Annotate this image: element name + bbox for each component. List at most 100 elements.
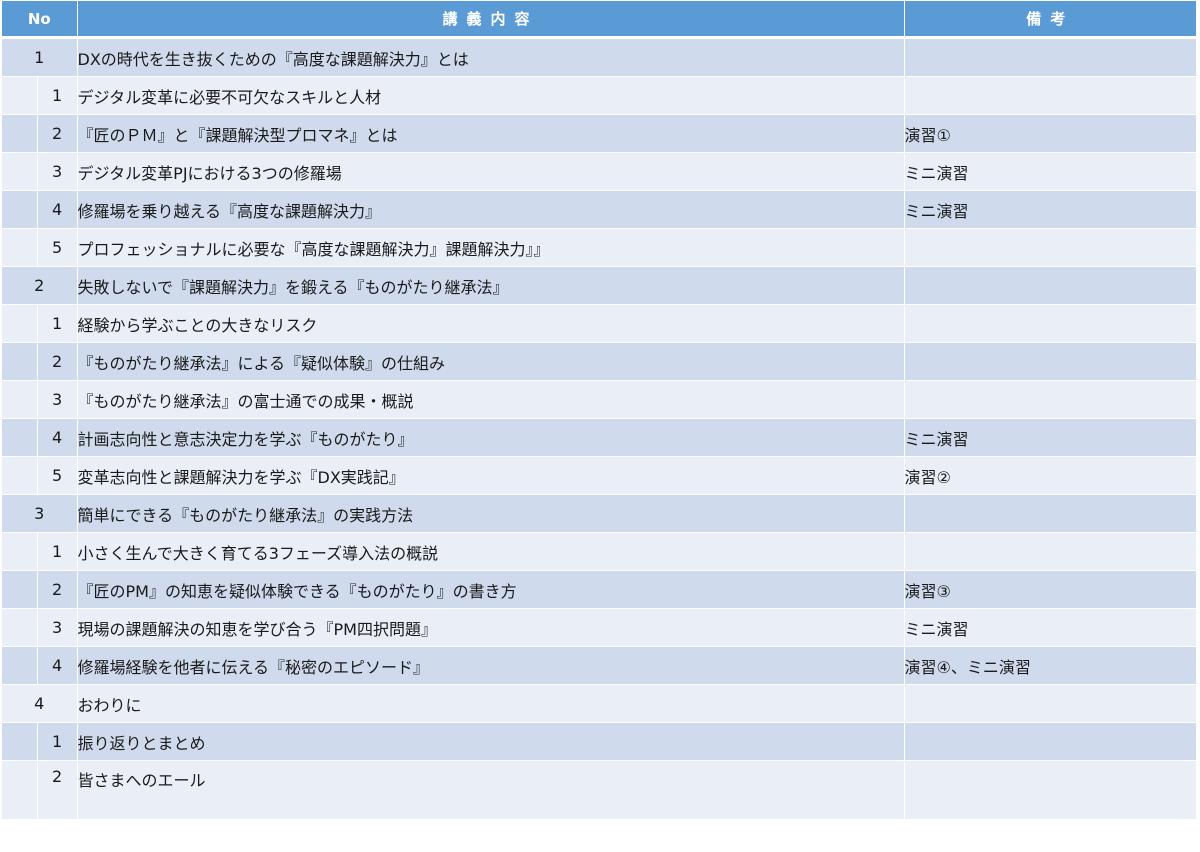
subsection-row: 1 デジタル変革に必要不可欠なスキルと人材 [2,76,1196,115]
subsection-row: 1 経験から学ぶことの大きなリスク [2,304,1196,343]
lecture-title: 簡単にできる『ものがたり継承法』の実践方法 [77,494,905,533]
remarks-cell: 演習④、ミニ演習 [904,646,1196,685]
lecture-title: 経験から学ぶことの大きなリスク [77,304,905,343]
indent-divider [2,457,38,494]
lecture-title: おわりに [77,684,905,723]
subsection-row: 3 現場の課題解決の知恵を学び合う『PM四択問題』 ミニ演習 [2,608,1196,647]
lecture-title: デジタル変革に必要不可欠なスキルと人材 [77,76,905,115]
remarks-cell [904,76,1196,115]
indent-divider [2,571,38,608]
lecture-title: 『匠のPM』の知恵を疑似体験できる『ものがたり』の書き方 [77,570,905,609]
row-number: 1 [34,48,45,67]
indent-divider [2,419,38,456]
lecture-title: 『匠のＰＭ』と『課題解決型プロマネ』とは [77,114,905,153]
row-number-cell: 1 [2,37,78,77]
row-number-cell: 1 [2,304,78,343]
indent-divider [2,609,38,646]
remarks-cell [904,342,1196,381]
remarks-cell: ミニ演習 [904,190,1196,229]
remarks-cell: ミニ演習 [904,418,1196,457]
indent-divider [2,153,38,190]
remarks-cell: ミニ演習 [904,152,1196,191]
subsection-row: 2 皆さまへのエール [2,760,1196,820]
remarks-cell: 演習③ [904,570,1196,609]
lecture-title: 修羅場経験を他者に伝える『秘密のエピソード』 [77,646,905,685]
indent-divider [2,381,38,418]
row-number-cell: 2 [2,570,78,609]
remarks-cell [904,37,1196,77]
remarks-cell [904,532,1196,571]
row-number-cell: 1 [2,76,78,115]
lecture-title: 『ものがたり継承法』の富士通での成果・概説 [77,380,905,419]
lecture-title: 皆さまへのエール [77,760,905,820]
lecture-title: 修羅場を乗り越える『高度な課題解決力』 [77,190,905,229]
remarks-cell [904,228,1196,267]
lecture-title: 失敗しないで『課題解決力』を鍛える『ものがたり継承法』 [77,266,905,305]
indent-divider [2,115,38,152]
row-number: 2 [34,276,45,295]
subsection-row: 2 『匠のＰＭ』と『課題解決型プロマネ』とは 演習① [2,114,1196,153]
subsection-row: 3 デジタル変革PJにおける3つの修羅場 ミニ演習 [2,152,1196,191]
section-row: 2 失敗しないで『課題解決力』を鍛える『ものがたり継承法』 [2,266,1196,305]
row-number-cell: 3 [2,494,78,533]
indent-divider [2,305,38,342]
subsection-row: 5 変革志向性と課題解決力を学ぶ『DX実践記』 演習② [2,456,1196,495]
subsection-row: 4 計画志向性と意志決定力を学ぶ『ものがたり』 ミニ演習 [2,418,1196,457]
row-number-cell: 5 [2,456,78,495]
subsection-row: 4 修羅場経験を他者に伝える『秘密のエピソード』 演習④、ミニ演習 [2,646,1196,685]
remarks-cell [904,494,1196,533]
row-number-cell: 4 [2,190,78,229]
lecture-title: デジタル変革PJにおける3つの修羅場 [77,152,905,191]
remarks-cell [904,684,1196,723]
row-number-cell: 2 [2,114,78,153]
remarks-cell [904,722,1196,761]
subsection-row: 1 振り返りとまとめ [2,722,1196,761]
indent-divider [2,229,38,266]
row-number-cell: 3 [2,380,78,419]
row-number-cell: 4 [2,418,78,457]
row-number-cell: 4 [2,684,78,723]
row-number-cell: 2 [2,266,78,305]
row-number-cell: 2 [2,342,78,381]
indent-divider [2,77,38,114]
lecture-title: 変革志向性と課題解決力を学ぶ『DX実践記』 [77,456,905,495]
row-number: 3 [34,504,45,523]
row-number-cell: 3 [2,152,78,191]
lecture-title: 小さく生んで大きく育てる3フェーズ導入法の概説 [77,532,905,571]
section-row: 1 DXの時代を生き抜くための『高度な課題解決力』とは [2,37,1196,77]
indent-divider [2,343,38,380]
remarks-cell: 演習① [904,114,1196,153]
syllabus-table: No 講義内容 備考 1 DXの時代を生き抜くための『高度な課題解決力』とは 1 デジ… [2,1,1196,820]
column-header-note: 備考 [904,1,1196,39]
row-number-cell: 3 [2,608,78,647]
lecture-title: 現場の課題解決の知恵を学び合う『PM四択問題』 [77,608,905,647]
row-number-cell: 5 [2,228,78,267]
lecture-title: 『ものがたり継承法』による『疑似体験』の仕組み [77,342,905,381]
row-number-cell: 4 [2,646,78,685]
subsection-row: 3 『ものがたり継承法』の富士通での成果・概説 [2,380,1196,419]
row-number: 4 [34,694,45,713]
lecture-title: 振り返りとまとめ [77,722,905,761]
row-number-cell: 2 [2,760,78,820]
section-row: 4 おわりに [2,684,1196,723]
row-number-cell: 1 [2,532,78,571]
subsection-row: 4 修羅場を乗り越える『高度な課題解決力』 ミニ演習 [2,190,1196,229]
remarks-cell [904,380,1196,419]
lecture-title: 計画志向性と意志決定力を学ぶ『ものがたり』 [77,418,905,457]
table-header-row: No 講義内容 備考 [2,1,1196,39]
lecture-title: プロフェッショナルに必要な『高度な課題解決力』課題解決力』』 [77,228,905,267]
remarks-cell [904,760,1196,820]
column-header-no: No [2,1,78,39]
remarks-cell: ミニ演習 [904,608,1196,647]
indent-divider [2,647,38,684]
column-header-title: 講義内容 [77,1,905,39]
subsection-row: 2 『ものがたり継承法』による『疑似体験』の仕組み [2,342,1196,381]
table-body: 1 DXの時代を生き抜くための『高度な課題解決力』とは 1 デジタル変革に必要不可欠な… [2,37,1196,820]
remarks-cell [904,304,1196,343]
row-number-cell: 1 [2,722,78,761]
subsection-row: 2 『匠のPM』の知恵を疑似体験できる『ものがたり』の書き方 演習③ [2,570,1196,609]
remarks-cell: 演習② [904,456,1196,495]
section-row: 3 簡単にできる『ものがたり継承法』の実践方法 [2,494,1196,533]
indent-divider [2,191,38,228]
lecture-title: DXの時代を生き抜くための『高度な課題解決力』とは [77,37,905,77]
